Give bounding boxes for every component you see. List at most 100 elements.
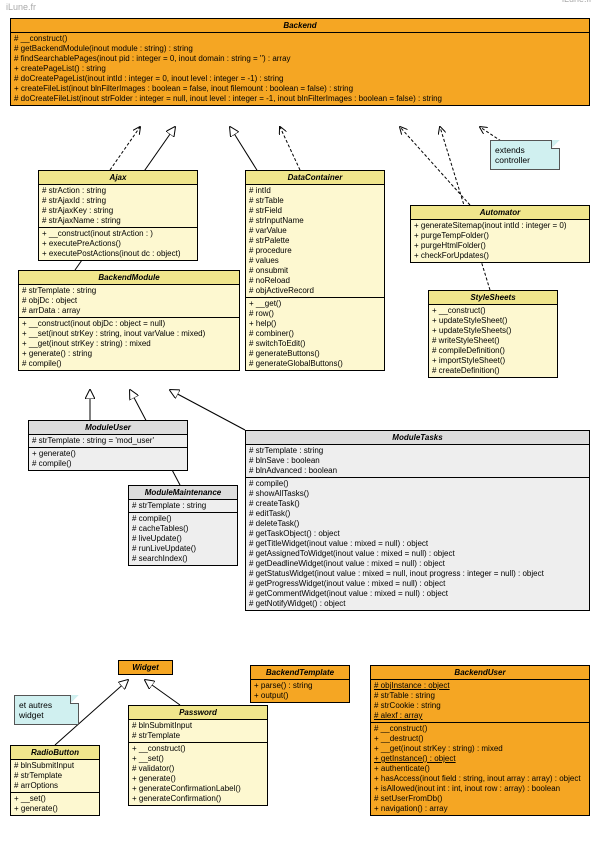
member-row: # compile() — [249, 479, 586, 489]
member-row: # procedure — [249, 246, 381, 256]
member-row: + generateConfirmationLabel() — [132, 784, 264, 794]
member-row: # deleteTask() — [249, 519, 586, 529]
member-row: # liveUpdate() — [132, 534, 234, 544]
member-row: # generateGlobalButtons() — [249, 359, 381, 369]
member-row: # combiner() — [249, 329, 381, 339]
class-title: Backend — [11, 19, 589, 33]
member-row: + help() — [249, 319, 381, 329]
member-row: # strTemplate — [132, 731, 264, 741]
class-password: Password # blnSubmitInput# strTemplate +… — [128, 705, 268, 806]
member-row: # createTask() — [249, 499, 586, 509]
member-row: + purgeTempFolder() — [414, 231, 586, 241]
member-row: # alexf : array — [374, 711, 586, 721]
member-row: # setUserFromDb() — [374, 794, 586, 804]
member-row: # __construct() — [374, 724, 586, 734]
member-row: + parse() : string — [254, 681, 346, 691]
member-row: # onsubmit — [249, 266, 381, 276]
member-row: # getStatusWidget(inout value : mixed = … — [249, 569, 586, 579]
member-row: # searchIndex() — [132, 554, 234, 564]
member-row: + generateSitemap(inout intId : integer … — [414, 221, 586, 231]
member-row: # strInputName — [249, 216, 381, 226]
member-row: # strPalette — [249, 236, 381, 246]
member-row: # strTemplate : string = 'mod_user' — [32, 436, 184, 446]
member-row: + generate() — [132, 774, 264, 784]
member-row: # strField — [249, 206, 381, 216]
member-row: # objActiveRecord — [249, 286, 381, 296]
member-row: # getProgressWidget(inout value : mixed … — [249, 579, 586, 589]
member-row: + __set() — [132, 754, 264, 764]
member-row: # compile() — [32, 459, 184, 469]
member-row: + __construct() — [432, 306, 554, 316]
member-row: # runLiveUpdate() — [132, 544, 234, 554]
member-row: + purgeHtmlFolder() — [414, 241, 586, 251]
member-row: + createPageList() : string — [14, 64, 586, 74]
member-row: # getBackendModule(inout module : string… — [14, 44, 586, 54]
member-row: + isAllowed(inout int : int, inout row :… — [374, 784, 586, 794]
member-row: # strTemplate : string — [22, 286, 236, 296]
member-row: # generateButtons() — [249, 349, 381, 359]
member-row: # cacheTables() — [132, 524, 234, 534]
watermark-tl: iLune.fr — [6, 2, 36, 12]
class-backendtemplate: BackendTemplate + parse() : string+ outp… — [250, 665, 350, 703]
class-backend: Backend # __construct()# getBackendModul… — [10, 18, 590, 106]
member-row: # strTemplate : string — [132, 501, 234, 511]
member-row: # getAssignedToWidget(inout value : mixe… — [249, 549, 586, 559]
member-row: + createFileList(inout blnFilterImages :… — [14, 84, 586, 94]
member-row: + generate() — [32, 449, 184, 459]
class-widget: Widget — [118, 660, 173, 675]
member-row: # __construct() — [14, 34, 586, 44]
member-row: # strTemplate — [14, 771, 96, 781]
member-row: # intId — [249, 186, 381, 196]
member-row: + getInstance() : object — [374, 754, 586, 764]
member-row: + hasAccess(inout field : string, inout … — [374, 774, 586, 784]
member-row: # editTask() — [249, 509, 586, 519]
member-row: + navigation() : array — [374, 804, 586, 814]
watermark-br: iLune.fr — [562, 0, 592, 4]
member-row: # getCommentWidget(inout value : mixed =… — [249, 589, 586, 599]
member-row: # getTitleWidget(inout value : mixed = n… — [249, 539, 586, 549]
class-backendmodule: BackendModule # strTemplate : string# ob… — [18, 270, 240, 371]
member-row: # blnSubmitInput — [14, 761, 96, 771]
member-row: # blnSave : boolean — [249, 456, 586, 466]
member-row: # arrOptions — [14, 781, 96, 791]
class-automator: Automator + generateSitemap(inout intId … — [410, 205, 590, 263]
note-widget: et autres widget — [14, 695, 79, 725]
member-row: + executePostActions(inout dc : object) — [42, 249, 194, 259]
member-row: # getNotifyWidget() : object — [249, 599, 586, 609]
member-row: # strAjaxId : string — [42, 196, 194, 206]
member-row: # createDefinition() — [432, 366, 554, 376]
member-row: # strAction : string — [42, 186, 194, 196]
member-row: + updateStyleSheets() — [432, 326, 554, 336]
member-row: + authenticate() — [374, 764, 586, 774]
member-row: # getDeadlineWidget(inout value : mixed … — [249, 559, 586, 569]
ops: # __construct()# getBackendModule(inout … — [11, 33, 589, 105]
member-row: # strTable : string — [374, 691, 586, 701]
member-row: + generate() — [14, 804, 96, 814]
member-row: # strAjaxKey : string — [42, 206, 194, 216]
member-row: # blnSubmitInput — [132, 721, 264, 731]
member-row: # findSearchablePages(inout pid : intege… — [14, 54, 586, 64]
member-row: # switchToEdit() — [249, 339, 381, 349]
member-row: + __construct(inout strAction : ) — [42, 229, 194, 239]
class-modulemaintenance: ModuleMaintenance # strTemplate : string… — [128, 485, 238, 566]
class-moduletasks: ModuleTasks # strTemplate : string# blnS… — [245, 430, 590, 611]
member-row: # varValue — [249, 226, 381, 236]
member-row: + __set() — [14, 794, 96, 804]
member-row: # doCreateFileList(inout strFolder : int… — [14, 94, 586, 104]
class-datacontainer: DataContainer # intId# strTable# strFiel… — [245, 170, 385, 371]
class-stylesheets: StyleSheets + __construct()+ updateStyle… — [428, 290, 558, 378]
member-row: + __construct(inout objDc : object = nul… — [22, 319, 236, 329]
class-backenduser: BackendUser # objInstance : object# strT… — [370, 665, 590, 816]
member-row: + executePreActions() — [42, 239, 194, 249]
member-row: + output() — [254, 691, 346, 701]
member-row: # strAjaxName : string — [42, 216, 194, 226]
member-row: # noReload — [249, 276, 381, 286]
member-row: + updateStyleSheet() — [432, 316, 554, 326]
member-row: # strTemplate : string — [249, 446, 586, 456]
member-row: # compile() — [22, 359, 236, 369]
member-row: # blnAdvanced : boolean — [249, 466, 586, 476]
member-row: + __get(inout strKey : string) : mixed — [22, 339, 236, 349]
member-row: # row() — [249, 309, 381, 319]
member-row: + __get() — [249, 299, 381, 309]
member-row: + importStyleSheet() — [432, 356, 554, 366]
